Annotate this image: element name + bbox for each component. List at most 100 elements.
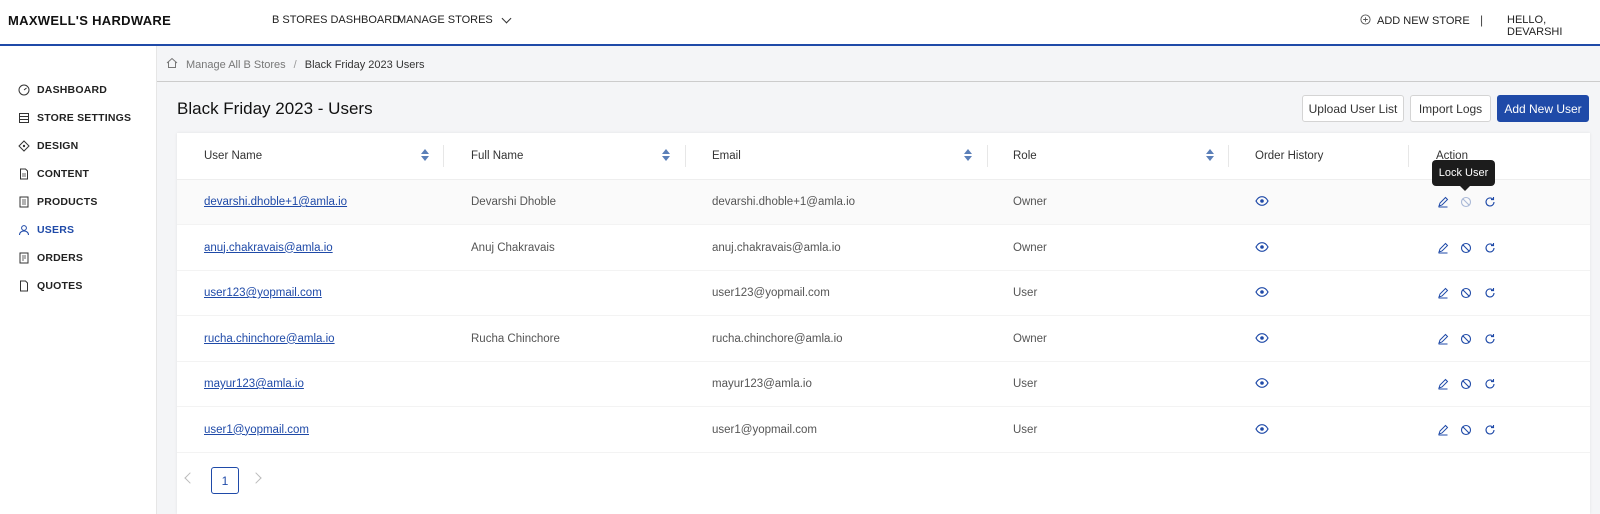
table-row: mayur123@amla.io mayur123@amla.io User bbox=[177, 362, 1590, 407]
users-table: User Name Full Name Email Role Order His… bbox=[177, 133, 1590, 514]
upload-user-list-button[interactable]: Upload User List bbox=[1302, 95, 1404, 122]
home-icon[interactable] bbox=[166, 57, 178, 72]
sidebar-item-design[interactable]: DESIGN bbox=[18, 140, 78, 152]
email-cell: user1@yopmail.com bbox=[712, 423, 817, 436]
role-cell: User bbox=[1013, 378, 1038, 390]
nav-manage-stores[interactable]: MANAGE STORES bbox=[397, 13, 512, 26]
edit-user-icon[interactable] bbox=[1437, 333, 1449, 345]
role-cell: Owner bbox=[1013, 332, 1047, 345]
quotes-icon bbox=[18, 280, 30, 292]
sort-icon[interactable] bbox=[421, 149, 429, 163]
add-new-user-button[interactable]: Add New User bbox=[1497, 95, 1589, 122]
lock-user-icon[interactable] bbox=[1460, 196, 1472, 208]
username-link[interactable]: rucha.chinchore@amla.io bbox=[204, 333, 335, 345]
username-link[interactable]: anuj.chakravais@amla.io bbox=[204, 242, 333, 254]
view-order-history-icon[interactable] bbox=[1255, 241, 1269, 253]
username-link[interactable]: user1@yopmail.com bbox=[204, 424, 309, 436]
sort-icon[interactable] bbox=[964, 149, 972, 163]
sidebar-item-store-settings[interactable]: STORE SETTINGS bbox=[18, 112, 131, 124]
column-divider bbox=[1228, 145, 1229, 167]
lock-user-icon[interactable] bbox=[1460, 424, 1472, 436]
sidebar-item-label: QUOTES bbox=[37, 280, 83, 292]
reset-password-icon[interactable] bbox=[1484, 378, 1496, 390]
column-divider bbox=[987, 145, 988, 167]
lock-user-icon[interactable] bbox=[1460, 242, 1472, 254]
column-header-fullname[interactable]: Full Name bbox=[471, 150, 523, 162]
table-row: devarshi.dhoble+1@amla.io Devarshi Dhoble… bbox=[177, 180, 1590, 225]
role-cell: Owner bbox=[1013, 196, 1047, 208]
edit-user-icon[interactable] bbox=[1437, 287, 1449, 299]
view-order-history-icon[interactable] bbox=[1255, 286, 1269, 298]
sidebar-item-label: DASHBOARD bbox=[37, 84, 108, 96]
edit-user-icon[interactable] bbox=[1437, 424, 1449, 436]
lock-user-icon[interactable] bbox=[1460, 287, 1472, 299]
nav-manage-stores-label: MANAGE STORES bbox=[397, 14, 493, 26]
nav-b-stores-dashboard[interactable]: B STORES DASHBOARD bbox=[272, 14, 400, 26]
sort-icon[interactable] bbox=[662, 149, 670, 163]
edit-user-icon[interactable] bbox=[1437, 242, 1449, 254]
settings-icon bbox=[18, 112, 30, 124]
sidebar-item-dashboard[interactable]: DASHBOARD bbox=[18, 84, 107, 96]
email-cell: anuj.chakravais@amla.io bbox=[712, 241, 841, 254]
import-logs-button[interactable]: Import Logs bbox=[1410, 95, 1491, 122]
sidebar-item-users[interactable]: USERS bbox=[18, 224, 74, 236]
sidebar: DASHBOARD STORE SETTINGS DESIGN CONTENT … bbox=[0, 46, 157, 514]
pagination-page[interactable]: 1 bbox=[211, 467, 239, 494]
view-order-history-icon[interactable] bbox=[1255, 423, 1269, 435]
column-header-role[interactable]: Role bbox=[1013, 150, 1037, 162]
sidebar-item-label: CONTENT bbox=[37, 168, 90, 180]
sidebar-item-orders[interactable]: ORDERS bbox=[18, 252, 83, 264]
sidebar-item-label: ORDERS bbox=[37, 252, 84, 264]
reset-password-icon[interactable] bbox=[1484, 333, 1496, 345]
column-divider bbox=[1408, 145, 1409, 167]
lock-user-icon[interactable] bbox=[1460, 333, 1472, 345]
breadcrumb-current: Black Friday 2023 Users bbox=[304, 58, 425, 71]
role-cell: Owner bbox=[1013, 241, 1047, 254]
edit-user-icon[interactable] bbox=[1437, 196, 1449, 208]
email-cell: rucha.chinchore@amla.io bbox=[712, 332, 843, 345]
plus-circle-icon bbox=[1360, 14, 1371, 28]
table-header: User Name Full Name Email Role Order His… bbox=[177, 133, 1590, 180]
column-header-username[interactable]: User Name bbox=[204, 150, 262, 162]
breadcrumb-parent-link[interactable]: Manage All B Stores bbox=[186, 59, 286, 71]
nav-separator: | bbox=[1480, 13, 1484, 27]
top-bar: MAXWELL'S HARDWARE B STORES DASHBOARD MA… bbox=[0, 0, 1600, 46]
email-cell: devarshi.dhoble+1@amla.io bbox=[712, 196, 856, 208]
add-new-store-button[interactable]: ADD NEW STORE bbox=[1360, 14, 1470, 28]
view-order-history-icon[interactable] bbox=[1255, 377, 1269, 389]
chevron-down-icon bbox=[501, 13, 512, 23]
fullname-cell: Rucha Chinchore bbox=[471, 332, 560, 345]
orders-icon bbox=[18, 252, 30, 264]
view-order-history-icon[interactable] bbox=[1255, 332, 1269, 344]
breadcrumb-separator: / bbox=[293, 58, 297, 71]
greeting-label: HELLO, DEVARSHI bbox=[1507, 14, 1563, 38]
sidebar-item-quotes[interactable]: QUOTES bbox=[18, 280, 83, 292]
reset-password-icon[interactable] bbox=[1484, 287, 1496, 299]
username-link[interactable]: user123@yopmail.com bbox=[204, 287, 322, 299]
lock-user-icon[interactable] bbox=[1460, 378, 1472, 390]
sidebar-item-label: USERS bbox=[37, 224, 75, 236]
column-divider bbox=[443, 145, 444, 167]
username-link[interactable]: mayur123@amla.io bbox=[204, 378, 304, 390]
sort-icon[interactable] bbox=[1206, 149, 1214, 163]
reset-password-icon[interactable] bbox=[1484, 196, 1496, 208]
add-store-label: ADD NEW STORE bbox=[1377, 15, 1470, 27]
view-order-history-icon[interactable] bbox=[1255, 195, 1269, 207]
table-row: anuj.chakravais@amla.io Anuj Chakravais an… bbox=[177, 226, 1590, 271]
breadcrumb: Manage All B Stores / Black Friday 2023 … bbox=[157, 48, 1600, 82]
table-row: user1@yopmail.com user1@yopmail.com User bbox=[177, 408, 1590, 453]
user-greeting-menu[interactable]: HELLO, DEVARSHI bbox=[1507, 14, 1600, 38]
reset-password-icon[interactable] bbox=[1484, 424, 1496, 436]
page-title: Black Friday 2023 - Users bbox=[177, 99, 373, 118]
brand-logo[interactable]: MAXWELL'S HARDWARE bbox=[8, 13, 171, 28]
products-icon bbox=[18, 196, 30, 208]
sidebar-item-products[interactable]: PRODUCTS bbox=[18, 196, 98, 208]
username-link[interactable]: devarshi.dhoble+1@amla.io bbox=[204, 196, 347, 208]
sidebar-item-content[interactable]: CONTENT bbox=[18, 168, 89, 180]
edit-user-icon[interactable] bbox=[1437, 378, 1449, 390]
reset-password-icon[interactable] bbox=[1484, 242, 1496, 254]
lock-user-tooltip: Lock User bbox=[1432, 160, 1495, 191]
fullname-cell: Anuj Chakravais bbox=[471, 241, 555, 254]
column-header-email[interactable]: Email bbox=[712, 150, 741, 162]
fullname-cell: Devarshi Dhoble bbox=[471, 196, 557, 208]
